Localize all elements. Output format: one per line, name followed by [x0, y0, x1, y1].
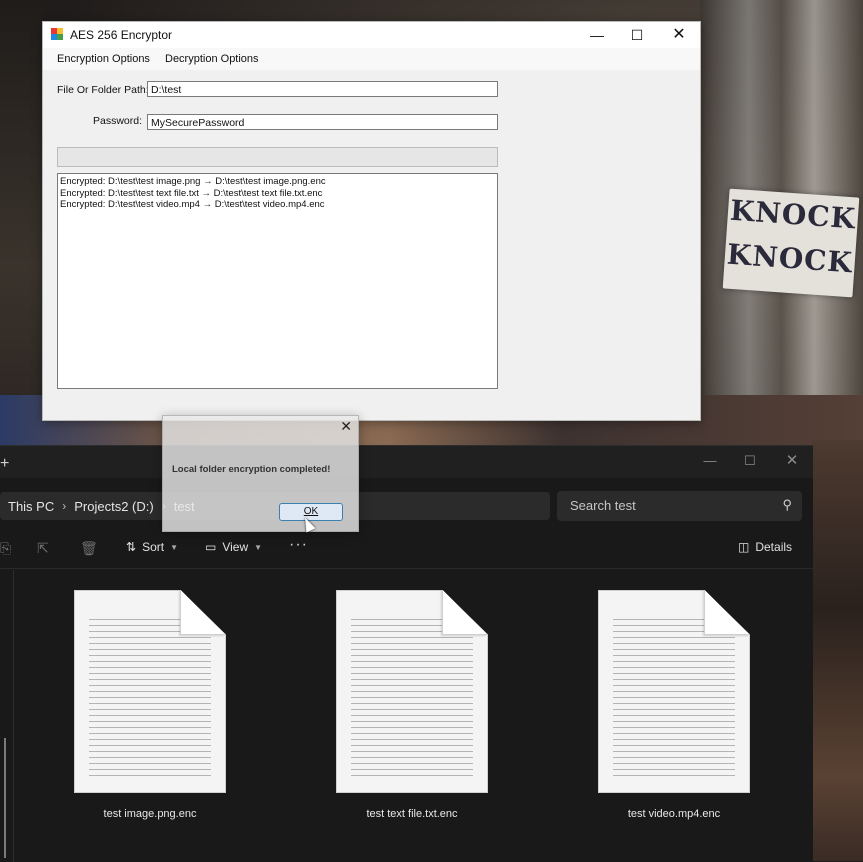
- search-placeholder: Search test: [570, 498, 636, 513]
- password-label: Password:: [93, 115, 143, 127]
- maximize-icon[interactable]: ☐: [616, 23, 658, 47]
- explorer-maximize-icon[interactable]: ☐: [730, 450, 770, 472]
- file-item[interactable]: test text file.txt.enc: [312, 590, 512, 850]
- chevron-down-icon: ▼: [254, 542, 263, 552]
- view-icon: ▭: [205, 540, 217, 554]
- page-fold: [442, 590, 487, 635]
- file-item[interactable]: test image.png.enc: [50, 590, 250, 850]
- password-input[interactable]: MySecurePassword: [147, 114, 498, 130]
- sort-label: Sort: [142, 540, 165, 554]
- explorer-minimize-icon[interactable]: —: [690, 450, 730, 472]
- progress-bar: [57, 147, 498, 167]
- explorer-close-icon[interactable]: ✕: [772, 450, 812, 472]
- explorer-titlebar: + — ☐ ✕: [0, 446, 813, 478]
- view-label: View: [222, 540, 249, 554]
- log-line: Encrypted: D:\test\test image.png → D:\t…: [60, 176, 326, 187]
- minimize-icon[interactable]: —: [576, 23, 618, 47]
- file-explorer-window: + — ☐ ✕ This PC › Projects2 (D:) › test …: [0, 445, 813, 862]
- details-pane-icon: ◫: [738, 540, 750, 554]
- file-name: test text file.txt.enc: [366, 808, 458, 820]
- encryptor-titlebar: AES 256 Encryptor — ☐ ✕: [43, 22, 700, 48]
- path-label: File Or Folder Path:: [57, 84, 149, 96]
- log-line: Encrypted: D:\test\test text file.txt → …: [60, 187, 323, 199]
- background-right-lower: [812, 440, 863, 861]
- log-line: Encrypted: D:\test\test video.mp4 → D:\t…: [60, 199, 325, 210]
- view-button[interactable]: ▭ View ▼: [205, 540, 262, 554]
- breadcrumb-this-pc[interactable]: This PC: [0, 499, 62, 514]
- share-icon[interactable]: ⇱: [37, 540, 49, 557]
- search-input[interactable]: Search test ⚲: [557, 491, 802, 521]
- background-protest-sign: KNOCK KNOCK: [722, 188, 860, 298]
- menu-encryption-options[interactable]: Encryption Options: [57, 53, 150, 65]
- navigation-scrollbar[interactable]: [4, 738, 6, 858]
- search-icon[interactable]: ⚲: [782, 497, 792, 513]
- menu-bar: Encryption Options Decryption Options: [43, 48, 700, 70]
- breadcrumb-projects2[interactable]: Projects2 (D:): [66, 499, 161, 514]
- app-icon: [51, 28, 63, 40]
- encryptor-window: AES 256 Encryptor — ☐ ✕ Encryption Optio…: [42, 21, 701, 421]
- sort-button[interactable]: ⇅ Sort ▼: [126, 540, 178, 554]
- explorer-toolbar: ⎘ ⇱ 🗑 ⇅ Sort ▼ ▭ View ▼ ··· ◫ Details: [0, 532, 813, 569]
- file-item[interactable]: test video.mp4.enc: [574, 590, 774, 850]
- file-name: test image.png.enc: [103, 808, 197, 820]
- navigation-pane: [0, 570, 14, 862]
- explorer-address-bar: This PC › Projects2 (D:) › test Search t…: [0, 486, 813, 522]
- details-label: Details: [755, 540, 793, 554]
- close-icon[interactable]: ✕: [658, 23, 700, 47]
- more-options-icon[interactable]: ···: [289, 536, 308, 554]
- new-tab-icon[interactable]: +: [0, 455, 9, 473]
- dialog-message: Local folder encryption completed!: [172, 464, 331, 475]
- menu-decryption-options[interactable]: Decryption Options: [165, 53, 259, 65]
- sort-icon: ⇅: [126, 540, 137, 554]
- delete-icon[interactable]: 🗑: [80, 540, 98, 557]
- window-title: AES 256 Encryptor: [70, 28, 173, 42]
- background-left-area: [0, 0, 42, 445]
- chevron-down-icon: ▼: [170, 542, 178, 552]
- path-input[interactable]: D:\test: [147, 81, 498, 97]
- page-fold: [704, 590, 749, 635]
- file-name: test video.mp4.enc: [627, 808, 721, 820]
- log-textbox[interactable]: Encrypted: D:\test\test image.png → D:\t…: [57, 173, 498, 389]
- details-button[interactable]: ◫ Details: [738, 540, 792, 554]
- page-fold: [180, 590, 225, 635]
- copy-icon[interactable]: ⎘: [0, 540, 11, 557]
- sign-line-2: KNOCK: [725, 237, 854, 280]
- dialog-close-icon[interactable]: ✕: [340, 418, 352, 435]
- message-dialog: ✕ Local folder encryption completed! OK: [162, 415, 359, 532]
